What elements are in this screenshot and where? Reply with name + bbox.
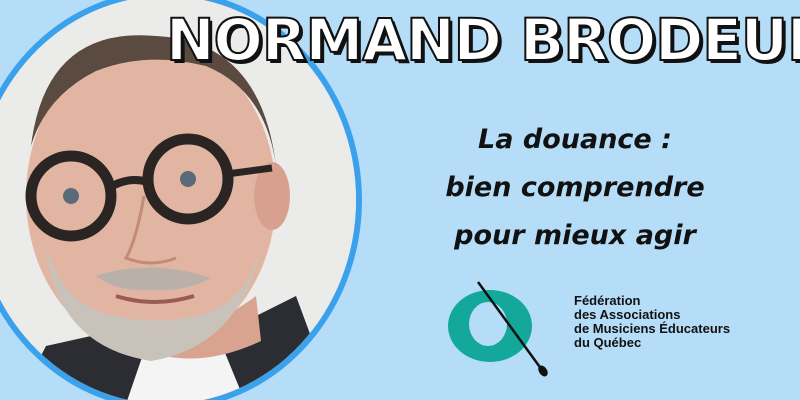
talk-title-line-3: pour mieux agir	[454, 220, 696, 251]
speaker-name: NORMAND BRODEUR	[165, 5, 800, 75]
organization-line-1: Fédération	[574, 293, 641, 308]
talk-title-line-1: La douance :	[478, 124, 672, 155]
organization-line-4: du Québec	[574, 335, 642, 350]
talk-title: La douance : bien comprendre pour mieux …	[410, 116, 740, 260]
organization-line-3: de Musiciens Éducateurs	[574, 321, 731, 336]
fameq-logo-icon	[442, 278, 562, 378]
organization-line-2: des Associations	[574, 307, 681, 322]
talk-title-line-2: bien comprendre	[445, 172, 705, 203]
organization-name: Fédération des Associations de Musiciens…	[574, 294, 730, 350]
event-banner: NORMAND BRODEUR La douance : bien compre…	[0, 0, 800, 400]
